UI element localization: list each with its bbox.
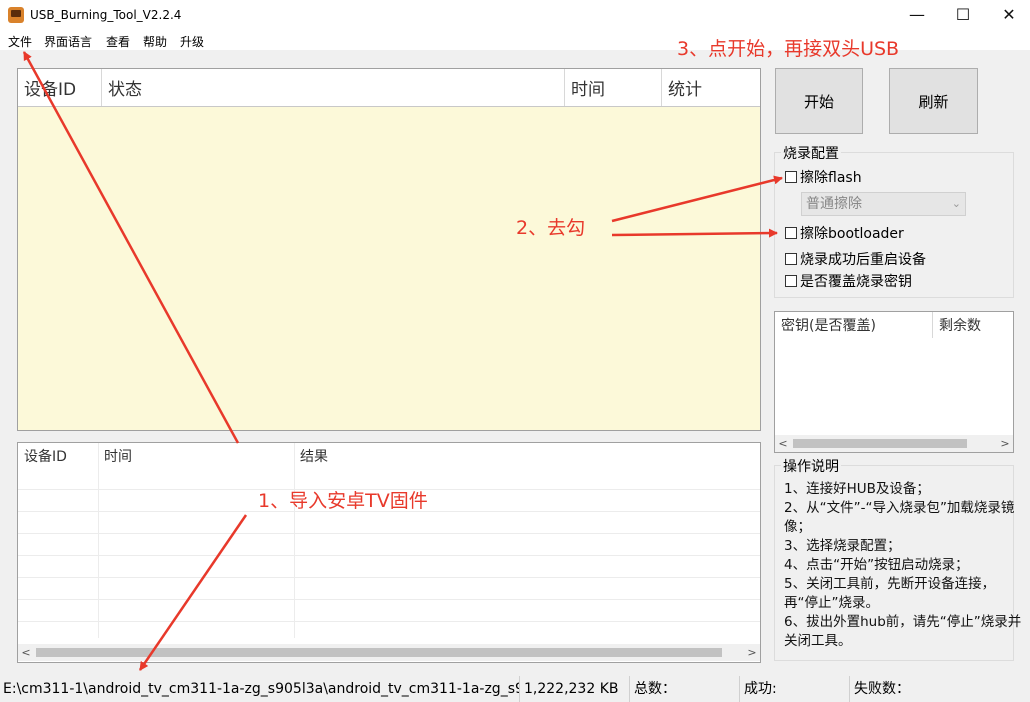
annotation-step1: 1、导入安卓TV固件 (258, 490, 428, 512)
status-file-path: E:\cm311-1\android_tv_cm311-1a-zg_s905l3… (0, 676, 520, 702)
instructions-title: 操作说明 (781, 456, 841, 476)
grid-line (18, 555, 760, 556)
column-device-id[interactable]: 设备ID (18, 69, 102, 106)
grid-line (18, 621, 760, 622)
scroll-right-icon[interactable]: > (997, 436, 1013, 451)
scroll-right-icon[interactable]: > (744, 645, 760, 660)
overwrite-key-label: 是否覆盖烧录密钥 (800, 274, 912, 290)
grid-line (18, 599, 760, 600)
instruction-line: 5、关闭工具前，先断开设备连接，再“停止”烧录。 (784, 576, 996, 611)
log-column-device-id[interactable]: 设备ID (18, 443, 98, 469)
erase-bootloader-label: 擦除bootloader (800, 226, 904, 242)
annotation-step2: 2、去勾 (516, 217, 586, 239)
scrollbar-thumb[interactable] (793, 439, 967, 448)
checkbox-icon[interactable] (785, 275, 797, 287)
erase-mode-value: 普通擦除 (806, 196, 862, 212)
checkbox-icon[interactable] (785, 171, 797, 183)
grid-line (18, 577, 760, 578)
checkbox-icon[interactable] (785, 253, 797, 265)
maximize-button[interactable]: ☐ (940, 0, 986, 30)
column-status[interactable]: 状态 (102, 69, 565, 106)
app-icon (8, 7, 24, 23)
refresh-button[interactable]: 刷新 (889, 68, 978, 134)
menu-upgrade[interactable]: 升级 (180, 33, 204, 50)
scrollbar-thumb[interactable] (36, 648, 722, 657)
instruction-line: 4、点击“开始”按钮启动烧录； (784, 557, 969, 573)
log-column-result[interactable]: 结果 (294, 443, 760, 469)
erase-mode-select[interactable]: 普通擦除 ⌄ (801, 192, 966, 216)
column-stats[interactable]: 统计 (662, 69, 760, 106)
menu-file[interactable]: 文件 (8, 33, 32, 50)
menu-view[interactable]: 查看 (106, 33, 130, 50)
grid-line (18, 533, 760, 534)
status-success: 成功: (740, 676, 850, 702)
menu-language[interactable]: 界面语言 (44, 33, 92, 50)
close-button[interactable]: ✕ (986, 0, 1030, 30)
grid-line (294, 443, 295, 638)
status-total: 总数： (630, 676, 740, 702)
checkbox-icon[interactable] (785, 227, 797, 239)
device-table-header: 设备ID 状态 时间 统计 (18, 69, 760, 107)
overwrite-key-checkbox[interactable]: 是否覆盖烧录密钥 (785, 271, 912, 291)
burn-config-title: 烧录配置 (781, 143, 841, 163)
reboot-after-checkbox[interactable]: 烧录成功后重启设备 (785, 249, 926, 269)
instruction-line: 3、选择烧录配置； (784, 538, 901, 554)
grid-line (98, 443, 99, 638)
column-remaining[interactable]: 剩余数 (933, 312, 1013, 338)
menu-help[interactable]: 帮助 (143, 33, 167, 50)
log-table[interactable]: 设备ID 时间 结果 < > (17, 442, 761, 663)
status-failed: 失败数： (854, 681, 910, 697)
erase-flash-label: 擦除flash (800, 170, 862, 186)
status-file-size: 1,222,232 KB (520, 676, 630, 702)
device-table[interactable]: 设备ID 状态 时间 统计 (17, 68, 761, 431)
scroll-left-icon[interactable]: < (775, 436, 791, 451)
title-bar: USB_Burning_Tool_V2.2.4 — ☐ ✕ (0, 0, 1030, 30)
column-key[interactable]: 密钥(是否覆盖) (775, 312, 933, 338)
reboot-after-label: 烧录成功后重启设备 (800, 252, 926, 268)
erase-flash-checkbox[interactable]: 擦除flash (785, 167, 862, 187)
log-table-header: 设备ID 时间 结果 (18, 443, 760, 469)
erase-bootloader-checkbox[interactable]: 擦除bootloader (785, 223, 904, 243)
key-table-header: 密钥(是否覆盖) 剩余数 (775, 312, 1013, 338)
instruction-line: 6、拔出外置hub前，请先“停止”烧录并关闭工具。 (784, 614, 1022, 649)
chevron-down-icon: ⌄ (951, 197, 961, 210)
instructions-text: 1、连接好HUB及设备； 2、从“文件”-“导入烧录包”加载烧录镜像； 3、选择… (784, 480, 1029, 651)
annotation-step3: 3、点开始，再接双头USB (677, 38, 900, 60)
log-column-time[interactable]: 时间 (98, 443, 294, 469)
scroll-left-icon[interactable]: < (18, 645, 34, 660)
instruction-line: 1、连接好HUB及设备； (784, 481, 930, 497)
status-bar: E:\cm311-1\android_tv_cm311-1a-zg_s905l3… (0, 676, 1030, 702)
key-table[interactable]: 密钥(是否覆盖) 剩余数 < > (774, 311, 1014, 453)
key-horizontal-scrollbar[interactable]: < > (775, 435, 1013, 452)
minimize-button[interactable]: — (894, 0, 940, 30)
start-button[interactable]: 开始 (775, 68, 863, 134)
column-time[interactable]: 时间 (565, 69, 662, 106)
log-horizontal-scrollbar[interactable]: < > (18, 644, 760, 661)
instruction-line: 2、从“文件”-“导入烧录包”加载烧录镜像； (784, 500, 1015, 535)
window-title: USB_Burning_Tool_V2.2.4 (30, 8, 182, 22)
